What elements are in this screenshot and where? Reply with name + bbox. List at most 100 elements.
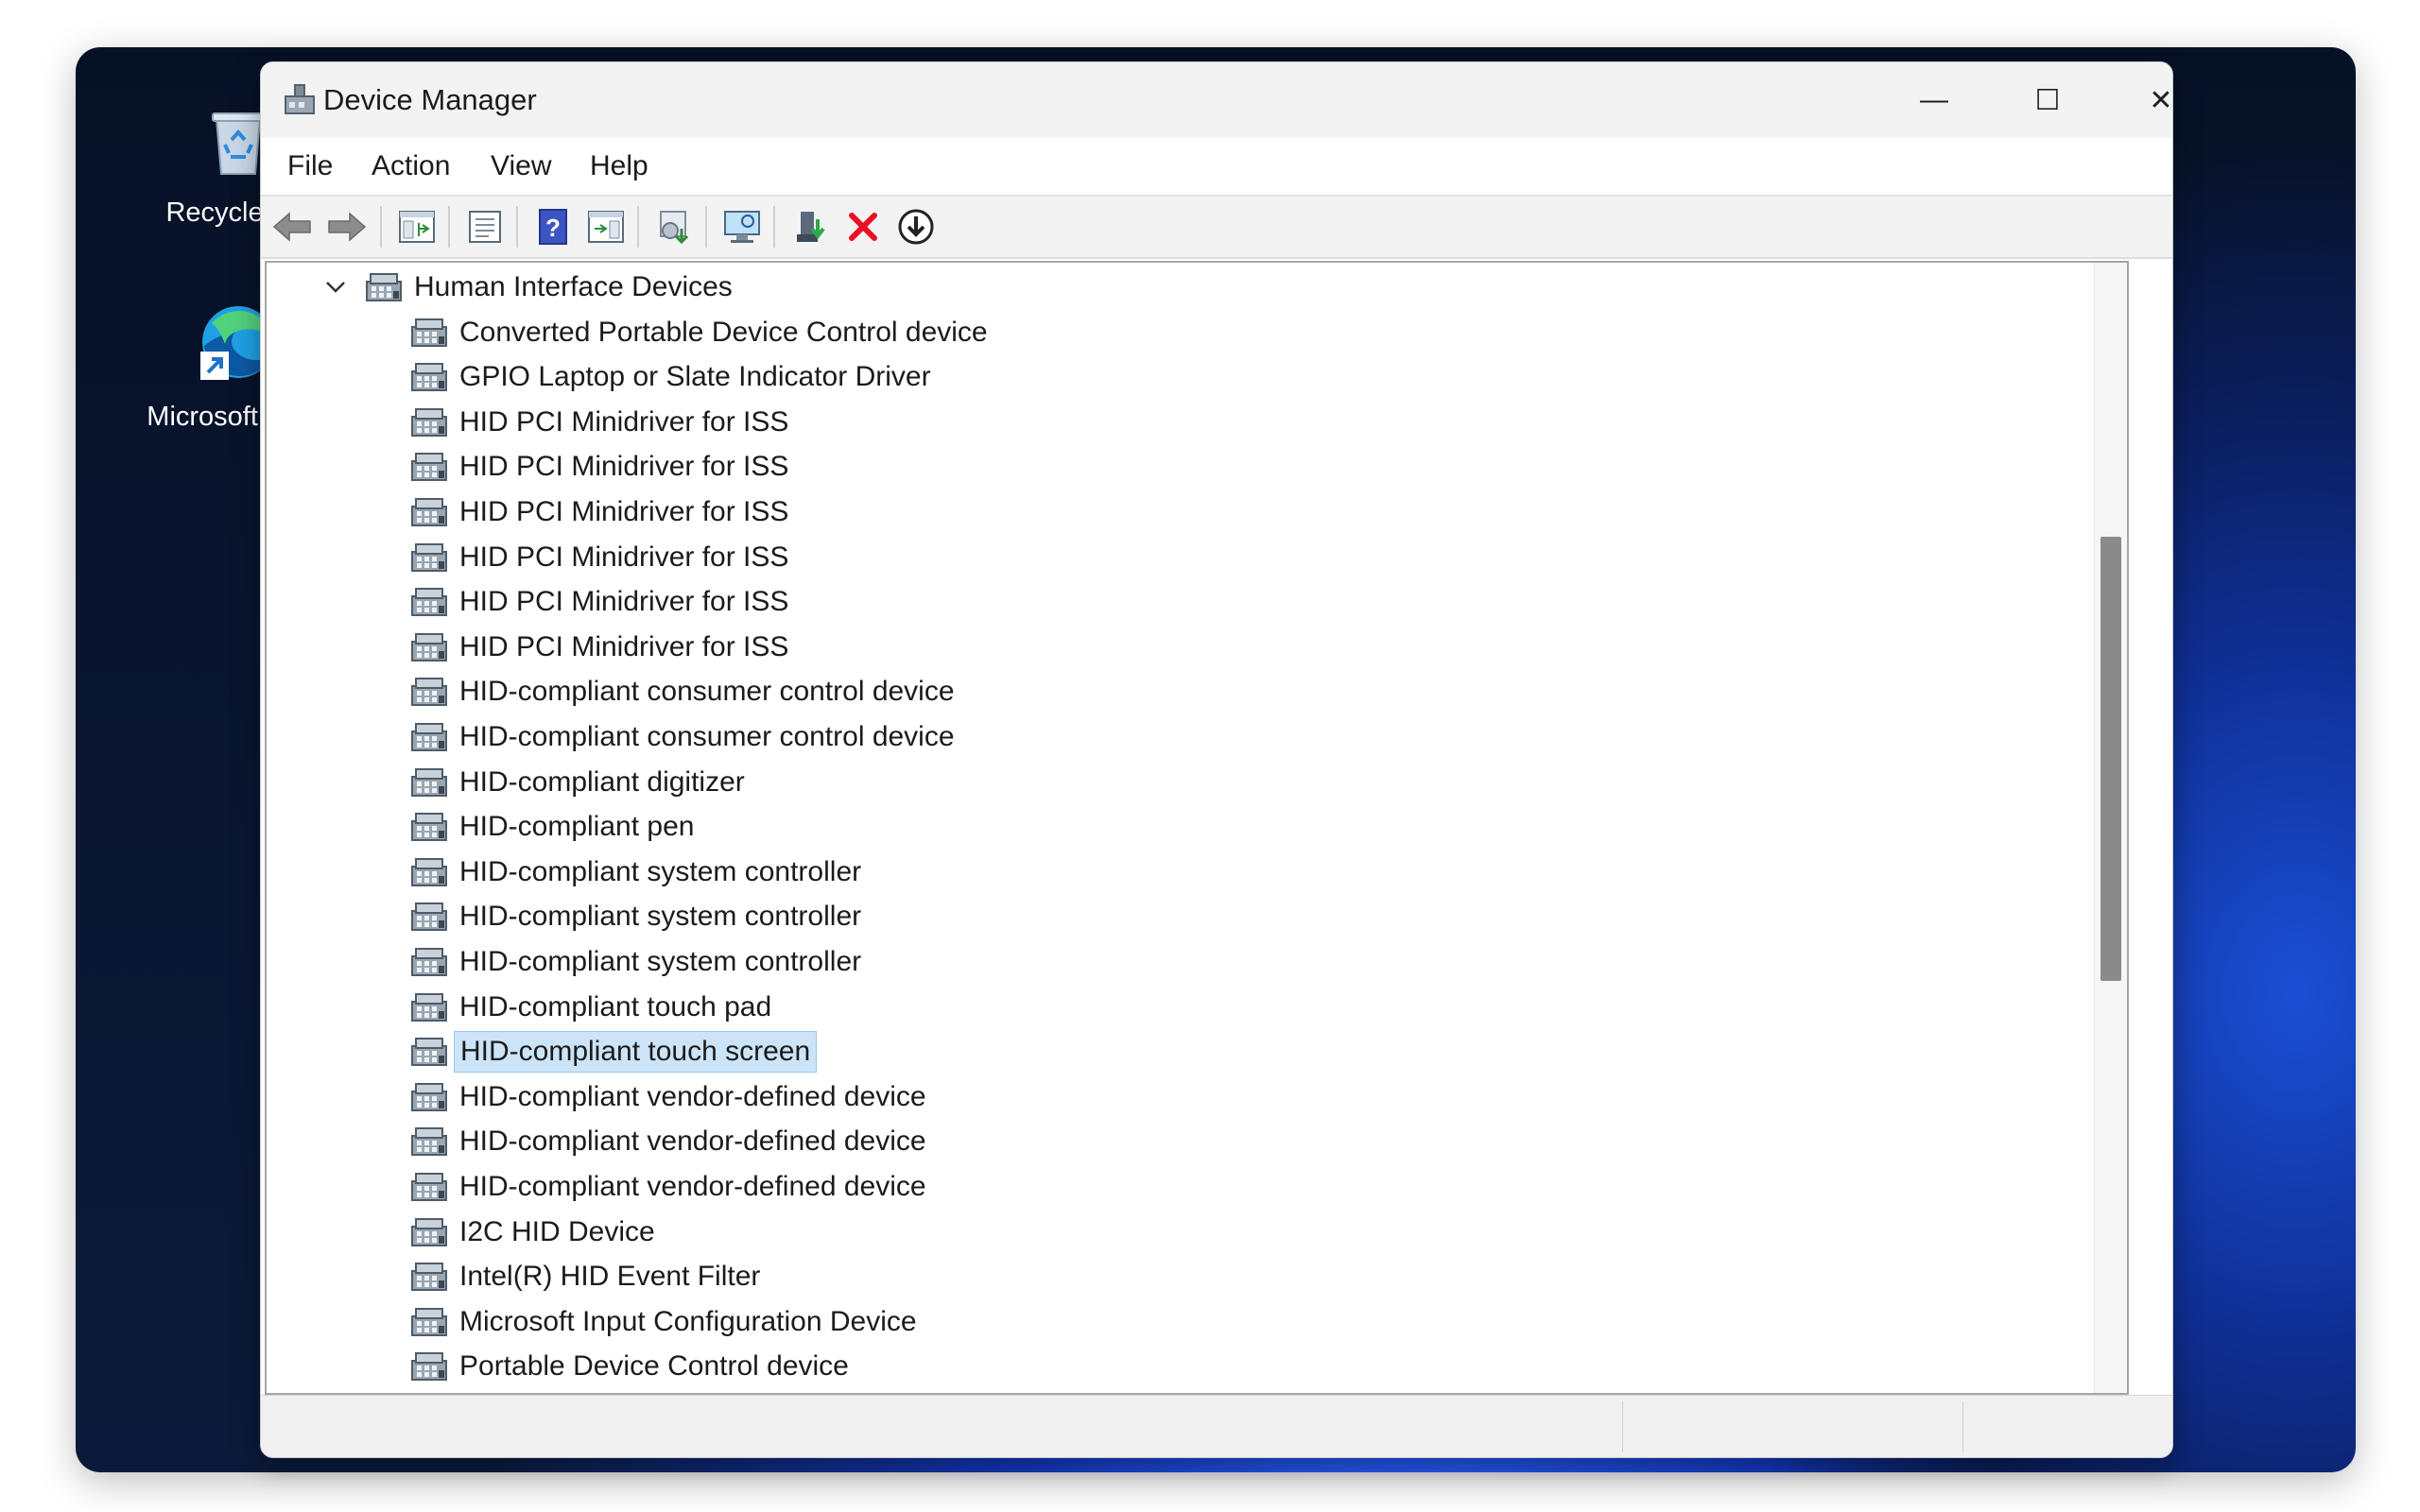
- tree-item[interactable]: HID-compliant digitizer: [408, 761, 751, 804]
- title-bar[interactable]: Device Manager — ☐ ✕: [261, 62, 2172, 138]
- hid-device-icon: [408, 943, 450, 981]
- tree-item[interactable]: Converted Portable Device Control device: [408, 311, 994, 354]
- tree-item-label: HID-compliant consumer control device: [459, 676, 955, 708]
- tree-item-label: HID PCI Minidriver for ISS: [459, 405, 789, 438]
- toolbar-separator: [705, 206, 707, 248]
- tree-item-label: HID PCI Minidriver for ISS: [459, 451, 789, 483]
- tree-item-label: HID-compliant touch pad: [459, 990, 772, 1022]
- hid-device-icon: [408, 718, 450, 756]
- tree-item-label: I2C HID Device: [459, 1215, 655, 1247]
- status-bar: [261, 1395, 2172, 1457]
- close-button[interactable]: ✕: [2114, 74, 2173, 127]
- maximize-button[interactable]: ☐: [2000, 74, 2095, 127]
- tree-item[interactable]: HID-compliant pen: [408, 805, 700, 849]
- enable-device-icon: [797, 212, 825, 242]
- tree-item[interactable]: HID-compliant vendor-defined device: [408, 1075, 932, 1119]
- tree-category-human-interface-devices[interactable]: Human Interface Devices: [321, 266, 738, 309]
- hid-device-icon: [408, 853, 450, 891]
- tree-item[interactable]: HID-compliant system controller: [408, 850, 867, 894]
- tree-item-label: HID-compliant system controller: [459, 901, 862, 933]
- properties-button[interactable]: [461, 204, 509, 249]
- tree-item[interactable]: HID PCI Minidriver for ISS: [408, 580, 794, 624]
- tree-item[interactable]: HID PCI Minidriver for ISS: [408, 401, 794, 444]
- download-driver-button[interactable]: [892, 204, 940, 249]
- vertical-scrollbar[interactable]: [2094, 263, 2127, 1393]
- status-cell: [1962, 1401, 2171, 1452]
- chevron-down-icon[interactable]: [321, 273, 350, 301]
- tree-item[interactable]: GPIO Laptop or Slate Indicator Driver: [408, 355, 937, 399]
- hid-device-icon: [408, 1168, 450, 1206]
- tree-item-label: HID PCI Minidriver for ISS: [459, 541, 789, 573]
- hid-device-icon: [408, 1123, 450, 1160]
- help-icon: ?: [539, 209, 567, 245]
- update-driver-icon: [660, 211, 689, 245]
- tree-item-label: Converted Portable Device Control device: [459, 316, 988, 348]
- uninstall-device-button[interactable]: [839, 204, 887, 249]
- menu-help[interactable]: Help: [582, 146, 656, 187]
- tree-item[interactable]: HID-compliant vendor-defined device: [408, 1120, 932, 1163]
- tree-item[interactable]: HID-compliant touch pad: [408, 986, 777, 1029]
- download-driver-icon: [898, 209, 934, 245]
- tree-item[interactable]: I2C HID Device: [408, 1211, 661, 1254]
- hid-device-icon: [408, 448, 450, 486]
- hid-device-icon: [408, 539, 450, 576]
- close-icon: ✕: [2149, 84, 2173, 116]
- tree-item-label: HID PCI Minidriver for ISS: [459, 630, 789, 662]
- tree-item[interactable]: HID-compliant vendor-defined device: [408, 1165, 932, 1209]
- tree-item[interactable]: HID-compliant system controller: [408, 895, 867, 938]
- window-title: Device Manager: [323, 83, 537, 116]
- tree-item[interactable]: Portable Device Control device: [408, 1345, 855, 1388]
- tree-item[interactable]: HID-compliant consumer control device: [408, 670, 960, 713]
- tree-item[interactable]: HID-compliant system controller: [408, 940, 867, 984]
- hid-device-icon: [408, 493, 450, 531]
- hid-device-icon: [363, 268, 405, 306]
- menu-file[interactable]: File: [280, 146, 340, 187]
- menu-view[interactable]: View: [483, 146, 559, 187]
- toolbar-separator: [516, 206, 518, 248]
- tree-item[interactable]: HID PCI Minidriver for ISS: [408, 626, 794, 669]
- hid-device-icon: [408, 988, 450, 1026]
- menu-action[interactable]: Action: [364, 146, 458, 187]
- tree-item-label: Portable Device Control device: [459, 1350, 849, 1383]
- forward-arrow-icon: [328, 212, 367, 242]
- tree-item[interactable]: Microsoft Input Configuration Device: [408, 1300, 923, 1344]
- svg-text:?: ?: [545, 214, 561, 242]
- action-pane-icon: [588, 211, 624, 243]
- tree-item-label: HID-compliant digitizer: [459, 765, 745, 798]
- tree-item[interactable]: HID PCI Minidriver for ISS: [408, 490, 794, 534]
- toolbar-separator: [773, 206, 775, 248]
- tree-item[interactable]: Intel(R) HID Event Filter: [408, 1255, 766, 1298]
- scrollbar-thumb[interactable]: [2100, 537, 2121, 981]
- tree-item-selected[interactable]: HID-compliant touch screen: [408, 1030, 818, 1074]
- toolbar-separator: [448, 206, 450, 248]
- hid-device-icon: [408, 314, 450, 352]
- device-manager-icon: [282, 81, 320, 119]
- tree-item[interactable]: HID PCI Minidriver for ISS: [408, 445, 794, 489]
- status-cell: [1622, 1401, 1963, 1452]
- forward-button[interactable]: [323, 204, 371, 249]
- device-tree[interactable]: Human Interface Devices Converted Portab…: [265, 261, 2129, 1395]
- tree-item[interactable]: HID PCI Minidriver for ISS: [408, 536, 794, 579]
- uninstall-device-icon: [849, 213, 877, 241]
- maximize-icon: ☐: [2034, 84, 2061, 116]
- back-button[interactable]: [268, 204, 316, 249]
- hid-device-icon: [408, 898, 450, 936]
- enable-device-button[interactable]: [786, 204, 834, 249]
- show-hide-console-tree-button[interactable]: [393, 204, 441, 249]
- tree-item-label: HID-compliant consumer control device: [459, 721, 955, 752]
- tree-item-label: HID-compliant pen: [459, 811, 695, 843]
- tree-item-label: HID-compliant vendor-defined device: [459, 1125, 926, 1158]
- hid-device-icon: [408, 1213, 450, 1251]
- hid-device-icon: [408, 764, 450, 801]
- toolbar-separator: [380, 206, 382, 248]
- menu-bar: File Action View Help: [261, 138, 2172, 197]
- toolbar: ?: [261, 197, 2172, 259]
- update-driver-button[interactable]: [650, 204, 698, 249]
- scan-hardware-button[interactable]: [718, 204, 766, 249]
- help-button[interactable]: ?: [529, 204, 577, 249]
- action-pane-button[interactable]: [582, 204, 630, 249]
- tree-item[interactable]: HID-compliant consumer control device: [408, 715, 960, 759]
- minimize-button[interactable]: —: [1887, 74, 1981, 127]
- device-manager-window: Device Manager — ☐ ✕ File Action View He…: [260, 61, 2173, 1458]
- hid-device-icon: [408, 404, 450, 441]
